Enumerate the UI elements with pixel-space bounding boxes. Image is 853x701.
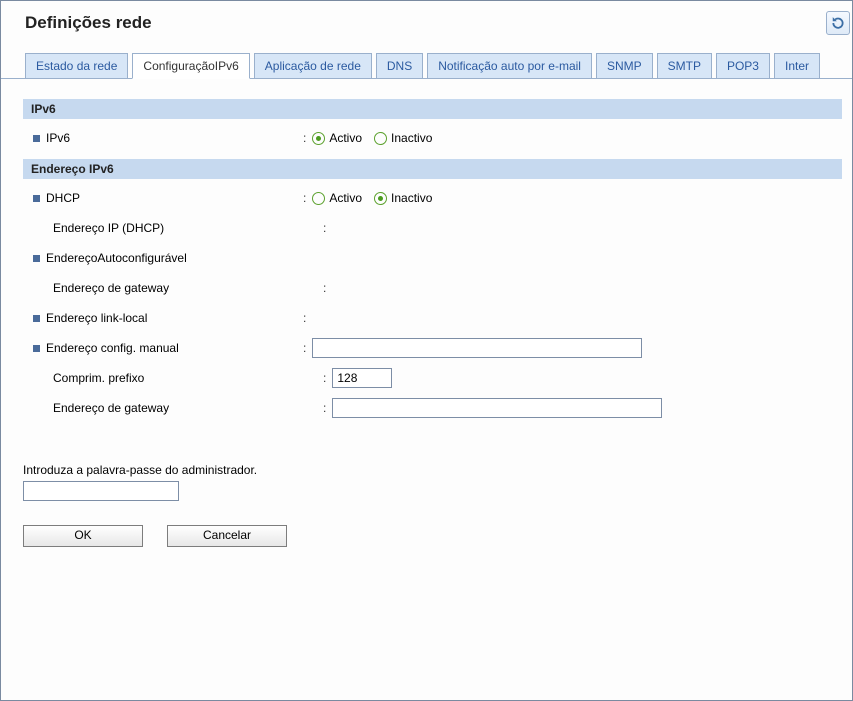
tab-8[interactable]: Inter	[774, 53, 820, 79]
row-autoconf: EndereçoAutoconfigurável	[23, 243, 842, 273]
section-header-ipv6: IPv6	[23, 99, 842, 119]
radio-dhcp-active[interactable]: Activo	[312, 191, 362, 205]
tab-6[interactable]: SMTP	[657, 53, 712, 79]
colon: :	[303, 341, 306, 355]
label-autoconf: EndereçoAutoconfigurável	[46, 251, 187, 265]
row-dhcp-ip: Endereço IP (DHCP) :	[23, 213, 842, 243]
row-gateway: Endereço de gateway :	[23, 393, 842, 423]
row-manual: Endereço config. manual :	[23, 333, 842, 363]
label-gateway: Endereço de gateway	[53, 401, 169, 415]
radio-label: Inactivo	[391, 131, 432, 145]
input-manual-address[interactable]	[312, 338, 642, 358]
admin-password-input[interactable]	[23, 481, 179, 501]
tab-4[interactable]: Notificação auto por e-mail	[427, 53, 592, 79]
tab-5[interactable]: SNMP	[596, 53, 653, 79]
label-linklocal: Endereço link-local	[46, 311, 147, 325]
row-autoconf-gateway: Endereço de gateway :	[23, 273, 842, 303]
label-prefix: Comprim. prefixo	[53, 371, 144, 385]
row-dhcp: DHCP : Activo Inactivo	[23, 183, 842, 213]
label-dhcp-ip: Endereço IP (DHCP)	[53, 221, 164, 235]
radio-label: Activo	[329, 131, 362, 145]
radio-icon	[312, 192, 325, 205]
tab-2[interactable]: Aplicação de rede	[254, 53, 372, 79]
row-ipv6: IPv6 : Activo Inactivo	[23, 123, 842, 153]
label-autoconf-gateway: Endereço de gateway	[53, 281, 169, 295]
bullet-icon	[33, 135, 40, 142]
bullet-icon	[33, 255, 40, 262]
tab-0[interactable]: Estado da rede	[25, 53, 128, 79]
input-prefix-length[interactable]	[332, 368, 392, 388]
colon: :	[323, 401, 326, 415]
tab-bar: Estado da redeConfiguraçãoIPv6Aplicação …	[1, 35, 852, 79]
bullet-icon	[33, 315, 40, 322]
content-area: IPv6 IPv6 : Activo Inactivo Endereço IPv…	[1, 79, 852, 547]
ok-button[interactable]: OK	[23, 525, 143, 547]
colon: :	[323, 371, 326, 385]
radio-ipv6-inactive[interactable]: Inactivo	[374, 131, 432, 145]
row-linklocal: Endereço link-local :	[23, 303, 842, 333]
page-title: Definições rede	[25, 13, 152, 33]
colon: :	[323, 221, 326, 235]
button-row: OK Cancelar	[23, 525, 842, 547]
label-dhcp: DHCP	[46, 191, 80, 205]
radio-dhcp-inactive[interactable]: Inactivo	[374, 191, 432, 205]
colon: :	[303, 191, 306, 205]
radio-icon	[312, 132, 325, 145]
tab-3[interactable]: DNS	[376, 53, 423, 79]
page-header: Definições rede	[1, 1, 852, 35]
tab-7[interactable]: POP3	[716, 53, 770, 79]
admin-password-label: Introduza a palavra-passe do administrad…	[23, 463, 842, 477]
bullet-icon	[33, 345, 40, 352]
refresh-icon	[831, 16, 845, 30]
radio-label: Activo	[329, 191, 362, 205]
radio-icon	[374, 132, 387, 145]
radio-icon	[374, 192, 387, 205]
colon: :	[303, 131, 306, 145]
input-gateway-address[interactable]	[332, 398, 662, 418]
row-prefix: Comprim. prefixo :	[23, 363, 842, 393]
admin-password-section: Introduza a palavra-passe do administrad…	[23, 463, 842, 501]
radio-ipv6-active[interactable]: Activo	[312, 131, 362, 145]
label-ipv6: IPv6	[46, 131, 70, 145]
label-manual: Endereço config. manual	[46, 341, 179, 355]
refresh-button[interactable]	[826, 11, 850, 35]
bullet-icon	[33, 195, 40, 202]
main-frame: Definições rede Estado da redeConfiguraç…	[0, 0, 853, 701]
colon: :	[323, 281, 326, 295]
radio-label: Inactivo	[391, 191, 432, 205]
section-header-ipv6addr: Endereço IPv6	[23, 159, 842, 179]
tab-1[interactable]: ConfiguraçãoIPv6	[132, 53, 249, 79]
colon: :	[303, 311, 306, 325]
cancel-button[interactable]: Cancelar	[167, 525, 287, 547]
